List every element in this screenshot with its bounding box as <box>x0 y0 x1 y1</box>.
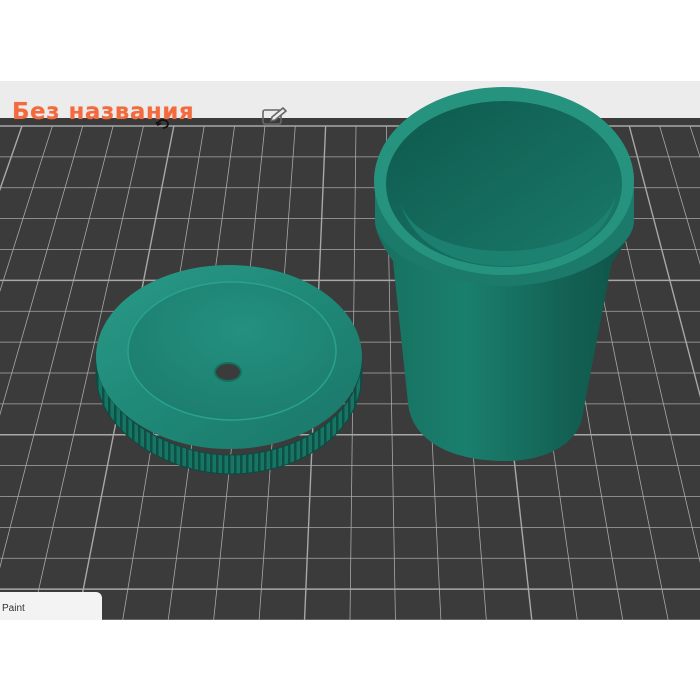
cup-model[interactable] <box>374 87 634 461</box>
rotate-cursor-icon <box>155 117 171 129</box>
lid-center-hole <box>214 362 242 382</box>
paint-panel[interactable]: Paint <box>0 592 102 620</box>
rename-button[interactable] <box>262 107 288 127</box>
app-stage: Без названия Paint <box>0 0 700 700</box>
paint-panel-label: Paint <box>2 603 25 614</box>
3d-viewport[interactable]: Без названия <box>0 81 700 620</box>
lid-model[interactable] <box>95 265 363 475</box>
scene-canvas[interactable] <box>0 81 700 620</box>
pencil-edit-icon <box>262 107 287 125</box>
